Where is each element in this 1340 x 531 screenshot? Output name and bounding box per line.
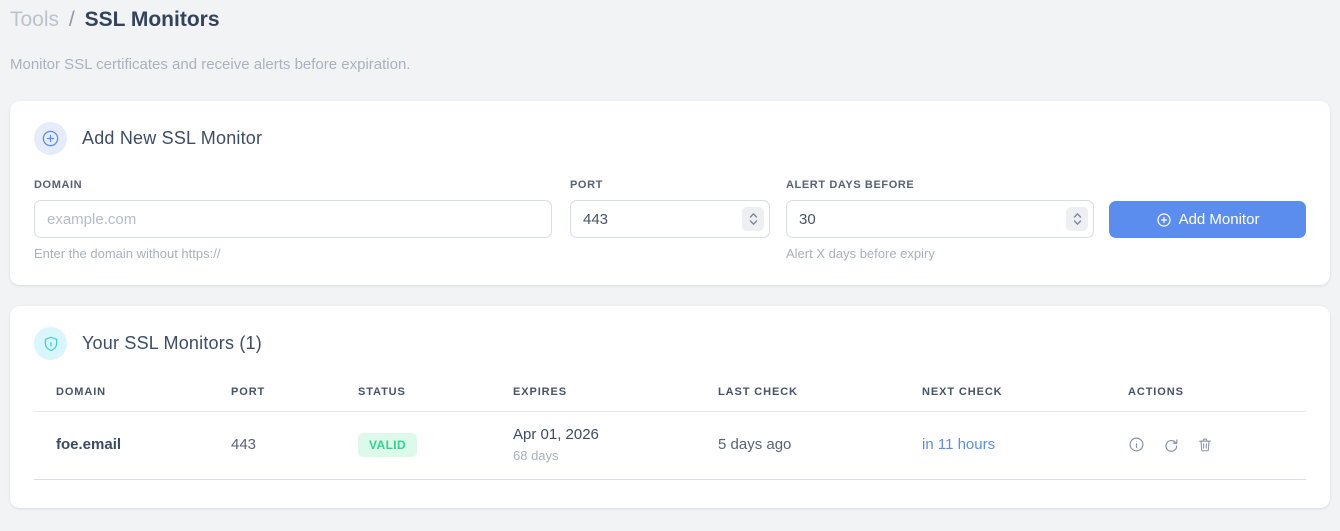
port-label: PORT [570,179,603,191]
port-field-group: PORT [570,179,770,238]
add-monitor-card: Add New SSL Monitor DOMAIN Enter the dom… [10,101,1330,285]
monitor-last-check: 5 days ago [696,411,900,480]
page-title: SSL Monitors [84,8,220,31]
delete-button[interactable] [1196,436,1213,453]
breadcrumb: Tools / SSL Monitors [10,0,1330,34]
alert-days-field-group: ALERT DAYS BEFORE Alert X days before ex… [786,179,1094,261]
table-header-row: DOMAIN PORT STATUS EXPIRES LAST CHECK NE… [34,380,1306,412]
domain-field-group: DOMAIN Enter the domain without https:// [34,179,552,261]
column-header-port: PORT [209,380,336,412]
info-button[interactable] [1128,436,1145,453]
alert-days-helper: Alert X days before expiry [786,246,935,261]
add-monitor-card-header: Add New SSL Monitor [34,122,1306,155]
add-monitor-title: Add New SSL Monitor [82,128,263,148]
monitors-title: Your SSL Monitors (1) [82,333,262,353]
monitor-expires-cell: Apr 01, 2026 68 days [491,411,696,480]
page-subtitle: Monitor SSL certificates and receive ale… [10,56,411,73]
column-header-last-check: LAST CHECK [696,380,900,412]
monitor-next-check: in 11 hours [900,411,1106,480]
monitor-actions-cell [1106,411,1306,480]
plus-circle-icon [1156,212,1172,228]
column-header-actions: ACTIONS [1106,380,1306,412]
add-monitor-button-label: Add Monitor [1178,211,1260,228]
expires-date: Apr 01, 2026 [513,426,599,443]
status-badge: VALID [358,432,418,457]
add-monitor-form: DOMAIN Enter the domain without https://… [34,179,1306,261]
add-monitor-button[interactable]: Add Monitor [1109,201,1306,238]
domain-helper: Enter the domain without https:// [34,246,221,261]
monitor-status-cell: VALID [336,411,491,480]
shield-icon [34,327,67,360]
plus-circle-icon [34,122,67,155]
domain-label: DOMAIN [34,179,83,191]
column-header-expires: EXPIRES [491,380,696,412]
monitor-port: 443 [209,411,336,480]
port-stepper[interactable] [742,207,764,231]
submit-column: Add Monitor [1109,179,1306,238]
monitor-domain: foe.email [34,411,209,480]
port-input[interactable] [570,200,770,238]
alert-days-stepper[interactable] [1066,207,1088,231]
page: Tools / SSL Monitors Monitor SSL certifi… [0,0,1340,531]
alert-days-label: ALERT DAYS BEFORE [786,179,915,191]
column-header-next-check: NEXT CHECK [900,380,1106,412]
domain-input[interactable] [34,200,552,238]
monitors-table: DOMAIN PORT STATUS EXPIRES LAST CHECK NE… [34,380,1306,480]
monitors-card-header: Your SSL Monitors (1) [34,327,1306,360]
alert-days-input[interactable] [786,200,1094,238]
expires-days-remaining: 68 days [513,448,559,463]
column-header-domain: DOMAIN [34,380,209,412]
breadcrumb-separator: / [68,8,75,31]
breadcrumb-section[interactable]: Tools [10,8,59,31]
table-row: foe.email 443 VALID Apr 01, 2026 68 days… [34,411,1306,480]
refresh-button[interactable] [1162,436,1179,453]
monitors-card: Your SSL Monitors (1) DOMAIN PORT STATUS… [10,306,1330,508]
column-header-status: STATUS [336,380,491,412]
